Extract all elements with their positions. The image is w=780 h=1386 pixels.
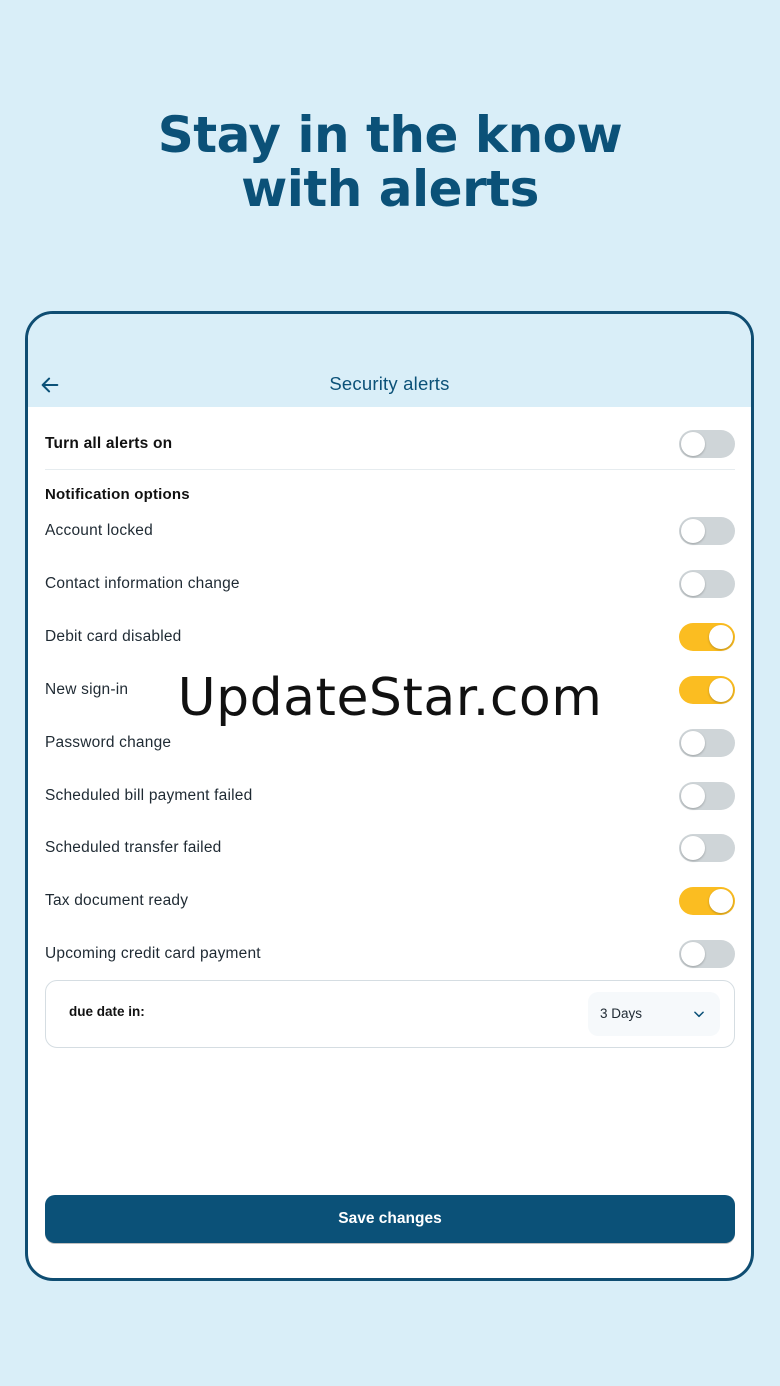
alert-label: Scheduled bill payment failed — [45, 787, 253, 804]
alert-row-scheduled-bill-payment-failed: Scheduled bill payment failed — [45, 776, 735, 816]
page-title: Security alerts — [329, 373, 450, 394]
alert-row-tax-document-ready: Tax document ready — [45, 881, 735, 921]
section-title: Notification options — [45, 486, 190, 503]
toggle-knob — [681, 572, 705, 596]
save-changes-button[interactable]: Save changes — [45, 1195, 735, 1243]
alert-toggle-contact-information-change[interactable] — [679, 570, 735, 598]
toggle-knob — [681, 942, 705, 966]
alert-label: Password change — [45, 734, 172, 751]
alert-row-upcoming-credit-card-payment: Upcoming credit card payment — [45, 934, 735, 974]
turn-all-alerts-label: Turn all alerts on — [45, 435, 173, 452]
due-date-panel: due date in: 3 Days — [45, 980, 735, 1048]
headline: Stay in the know with alerts — [0, 108, 780, 216]
toggle-knob — [681, 731, 705, 755]
alert-toggle-scheduled-transfer-failed[interactable] — [679, 834, 735, 862]
alert-toggle-scheduled-bill-payment-failed[interactable] — [679, 782, 735, 810]
alert-row-contact-information-change: Contact information change — [45, 564, 735, 604]
alert-row-scheduled-transfer-failed: Scheduled transfer failed — [45, 828, 735, 868]
alert-row-account-locked: Account locked — [45, 511, 735, 551]
alert-label: Contact information change — [45, 575, 240, 592]
alert-label: Account locked — [45, 522, 153, 539]
alert-label: Debit card disabled — [45, 628, 182, 645]
alert-toggle-account-locked[interactable] — [679, 517, 735, 545]
toggle-knob — [681, 432, 705, 456]
chevron-down-icon — [694, 1011, 704, 1018]
app-bar: Security alerts — [28, 314, 751, 407]
due-date-value: 3 Days — [600, 1006, 643, 1021]
alert-toggle-upcoming-credit-card-payment[interactable] — [679, 940, 735, 968]
alert-row-password-change: Password change — [45, 723, 735, 763]
alert-toggle-tax-document-ready[interactable] — [679, 887, 735, 915]
turn-all-alerts-toggle[interactable] — [679, 430, 735, 458]
watermark: UpdateStar.com — [177, 668, 603, 728]
toggle-knob — [709, 625, 733, 649]
alert-toggle-password-change[interactable] — [679, 729, 735, 757]
toggle-knob — [709, 889, 733, 913]
headline-line-2: with alerts — [241, 160, 539, 218]
turn-all-alerts-row: Turn all alerts on — [45, 424, 735, 464]
alert-label: Upcoming credit card payment — [45, 945, 261, 962]
divider — [45, 469, 735, 470]
due-date-label: due date in: — [69, 1004, 145, 1019]
due-date-select[interactable]: 3 Days — [588, 992, 720, 1036]
toggle-knob — [681, 784, 705, 808]
toggle-knob — [681, 836, 705, 860]
alert-label: Scheduled transfer failed — [45, 839, 222, 856]
alert-row-debit-card-disabled: Debit card disabled — [45, 617, 735, 657]
device-frame: Security alerts Turn all alerts on Notif… — [25, 311, 754, 1281]
toggle-knob — [681, 519, 705, 543]
alert-label: Tax document ready — [45, 892, 189, 909]
headline-line-1: Stay in the know — [157, 106, 623, 164]
alert-toggle-debit-card-disabled[interactable] — [679, 623, 735, 651]
